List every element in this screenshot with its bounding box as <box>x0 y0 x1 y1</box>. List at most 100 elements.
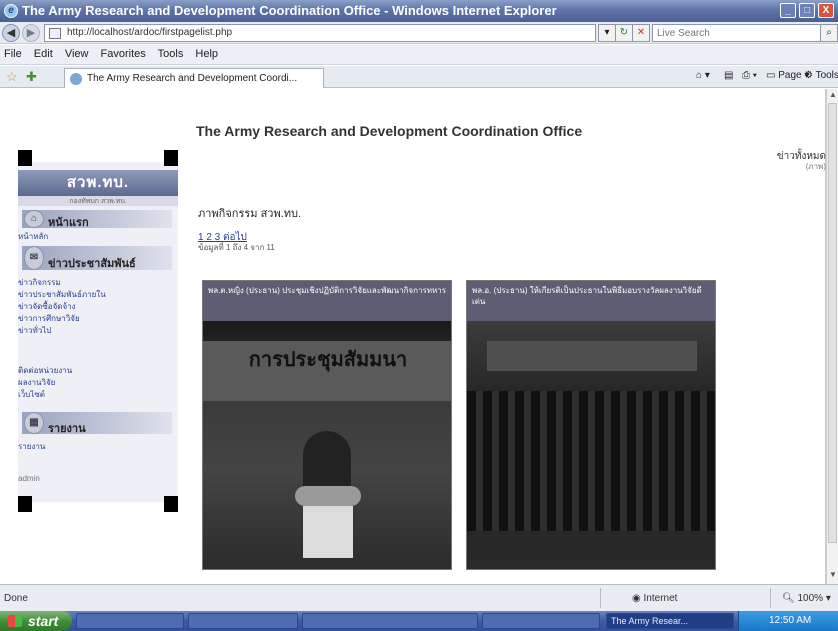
minimize-button[interactable]: _ <box>780 3 796 18</box>
menu-tools[interactable]: Tools <box>158 48 184 60</box>
maximize-button[interactable]: □ <box>799 3 815 18</box>
sidebar-link[interactable]: รายงาน <box>18 440 178 450</box>
home-icon[interactable]: ⌂ ▾ <box>696 70 710 81</box>
menu-edit[interactable]: Edit <box>34 48 53 60</box>
address-dropdown-button[interactable]: ▾ <box>598 24 616 42</box>
taskbar-button[interactable] <box>188 613 298 629</box>
tab-bar: ☆ ✚ The Army Research and Development Co… <box>0 66 838 88</box>
clock: 12:50 AM <box>769 615 812 626</box>
taskbar-button-active[interactable]: The Army Resear... <box>606 613 734 629</box>
news-card-caption[interactable]: พล.ต.หญิง (ประธาน) ประชุมเชิงปฏิบัติการว… <box>203 281 451 321</box>
sidebar-link[interactable]: ข่าวจัดซื้อจัดจ้าง <box>18 300 178 310</box>
sidebar-link[interactable]: หน้าหลัก <box>18 230 178 240</box>
tab-label: The Army Research and Development Coordi… <box>87 73 298 84</box>
menu-file[interactable]: File <box>4 48 22 60</box>
sidebar-section-label: หน้าแรก <box>48 217 89 228</box>
podium <box>303 506 353 558</box>
tools-menu-button[interactable]: ⚙ Tools <box>804 70 838 81</box>
feeds-icon[interactable]: ▤ <box>724 70 733 81</box>
photo-banner-text: การประชุมสัมมนา <box>203 341 451 401</box>
corner-decoration <box>18 150 32 166</box>
taskbar: start The Army Resear... 12:50 AM <box>0 611 838 631</box>
sidebar-link[interactable]: เว็บไซต์ <box>18 388 178 398</box>
window-title: The Army Research and Development Coordi… <box>22 3 557 18</box>
sidebar-link[interactable]: ข่าวการศึกษาวิจัย <box>18 312 178 322</box>
navigation-bar: ◀ ▶ http://localhost/ardoc/firstpagelist… <box>0 22 838 44</box>
flower-arrangement <box>295 486 361 506</box>
scroll-up-arrow-icon[interactable]: ▲ <box>827 90 838 102</box>
zone-label: Internet <box>643 593 678 604</box>
status-divider <box>770 588 771 608</box>
site-logo-subtitle: กองทัพบก สวพ.ทบ. <box>18 196 178 206</box>
search-input[interactable] <box>652 24 822 42</box>
status-divider <box>600 588 601 608</box>
security-zone[interactable]: ◉ Internet <box>632 593 677 604</box>
page-icon <box>49 28 61 39</box>
taskbar-button[interactable] <box>302 613 478 629</box>
scrollbar-thumb[interactable] <box>828 103 837 543</box>
tab-page-icon <box>70 73 82 85</box>
vertical-scrollbar[interactable]: ▲ ▼ <box>826 89 838 584</box>
back-button[interactable]: ◀ <box>2 24 20 42</box>
zoom-level[interactable]: 🔍︎ 100% ▾ <box>782 593 831 604</box>
status-bar: Done ◉ Internet 🔍︎ 100% ▾ <box>0 584 838 611</box>
address-input[interactable]: http://localhost/ardoc/firstpagelist.php <box>44 24 596 42</box>
sidebar-link[interactable]: ข่าวประชาสัมพันธ์ภายใน <box>18 288 178 298</box>
taskbar-button[interactable] <box>482 613 600 629</box>
news-card[interactable]: พล.อ. (ประธาน) ให้เกียรติเป็นประธานในพิธ… <box>466 280 716 570</box>
report-icon: ▦ <box>24 412 44 434</box>
sidebar-link[interactable]: ข่าวทั่วไป <box>18 324 178 334</box>
page-menu-button[interactable]: ▭ Page ▾ <box>766 70 809 81</box>
corner-decoration <box>18 496 32 512</box>
window-title-bar: e The Army Research and Development Coor… <box>0 0 838 22</box>
all-news-link[interactable]: ข่าวทั้งหมด (ภาพ) <box>762 152 826 172</box>
all-news-label: ข่าวทั้งหมด <box>776 151 826 162</box>
stage-backdrop <box>487 341 697 371</box>
menu-bar: File Edit View Favorites Tools Help <box>0 45 838 65</box>
corner-decoration <box>164 150 178 166</box>
sidebar-section-report: ▦ รายงาน <box>22 412 172 434</box>
tools-menu-label: Tools <box>815 70 838 81</box>
news-card-photo[interactable]: การประชุมสัมมนา <box>203 321 451 569</box>
scroll-down-arrow-icon[interactable]: ▼ <box>827 570 838 582</box>
section-title: ภาพกิจกรรม สวพ.ทบ. <box>198 208 302 220</box>
search-icon[interactable]: ⌕ <box>820 24 838 42</box>
speaker-figure <box>303 431 351 491</box>
close-button[interactable]: X <box>818 3 834 18</box>
add-favorites-icon[interactable]: ✚ <box>26 69 37 85</box>
group-of-people <box>467 391 715 531</box>
sidebar-link[interactable]: ผลงานวิจัย <box>18 376 178 386</box>
refresh-button[interactable]: ↻ <box>615 24 633 42</box>
news-card-photo[interactable] <box>467 321 715 569</box>
menu-favorites[interactable]: Favorites <box>101 48 146 60</box>
start-label: start <box>28 613 59 629</box>
news-icon: ✉ <box>24 246 44 270</box>
sidebar-section-news: ✉ ข่าวประชาสัมพันธ์ <box>22 246 172 270</box>
forward-button[interactable]: ▶ <box>22 24 40 42</box>
menu-view[interactable]: View <box>65 48 89 60</box>
url-text: http://localhost/ardoc/firstpagelist.php <box>67 27 233 38</box>
sidebar-section-home: ⌂ หน้าแรก <box>22 210 172 228</box>
home-icon: ⌂ <box>24 210 44 228</box>
internet-explorer-icon: e <box>4 4 18 18</box>
print-icon[interactable]: ⎙ ▾ <box>742 70 757 81</box>
sidebar-link[interactable]: ข่าวกิจกรรม <box>18 276 178 286</box>
site-logo[interactable]: สวพ.ทบ. <box>18 170 178 196</box>
tab-current[interactable]: The Army Research and Development Coordi… <box>64 68 324 88</box>
sidebar-link[interactable]: ติดต่อหน่วยงาน <box>18 364 178 374</box>
menu-help[interactable]: Help <box>195 48 218 60</box>
corner-decoration <box>164 496 178 512</box>
news-card-caption[interactable]: พล.อ. (ประธาน) ให้เกียรติเป็นประธานในพิธ… <box>467 281 715 321</box>
zoom-value: 100% <box>797 593 824 604</box>
news-card[interactable]: พล.ต.หญิง (ประธาน) ประชุมเชิงปฏิบัติการว… <box>202 280 452 570</box>
taskbar-button[interactable] <box>76 613 184 629</box>
stop-button[interactable]: ✕ <box>632 24 650 42</box>
page-menu-label: Page <box>778 70 802 81</box>
favorites-star-icon[interactable]: ☆ <box>6 69 18 85</box>
page-info: ข้อมูลที่ 1 ถึง 4 จาก 11 <box>198 243 275 252</box>
all-news-sub: (ภาพ) <box>805 162 826 171</box>
start-button[interactable]: start <box>0 611 72 631</box>
sidebar-footer: admin <box>18 474 40 483</box>
status-text: Done <box>4 593 28 604</box>
sidebar-section-label: รายงาน <box>48 423 86 434</box>
